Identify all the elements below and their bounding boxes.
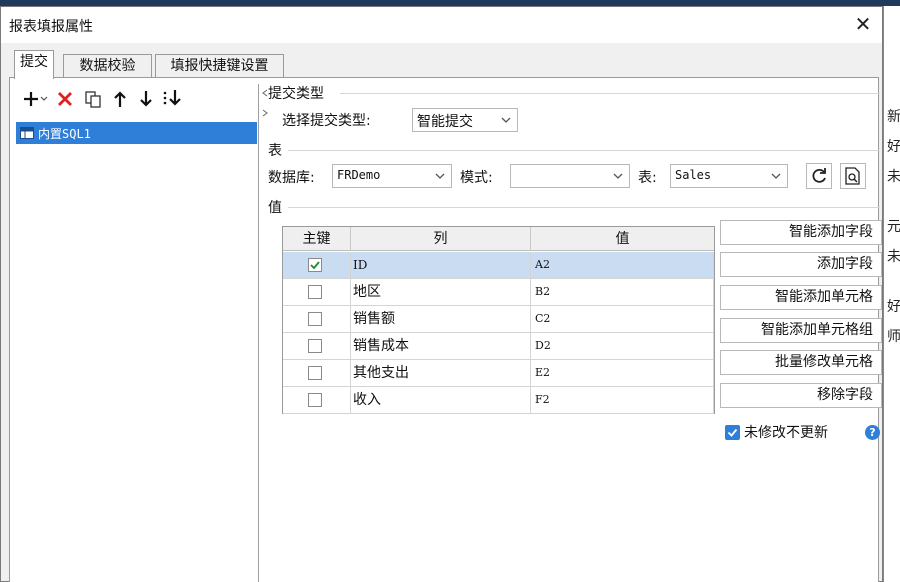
tab-submit[interactable]: 提交 (14, 50, 54, 79)
primary-key-checkbox[interactable] (308, 258, 322, 272)
dropdown-caret-icon[interactable] (40, 88, 48, 110)
database-value: FRDemo (337, 168, 381, 182)
dialog-title: 报表填报属性 (9, 19, 93, 35)
column-name-cell[interactable]: 销售额 (351, 306, 531, 332)
delete-icon[interactable] (54, 88, 76, 110)
background-text: 新 (887, 109, 900, 125)
checkmark-icon (725, 424, 740, 440)
table-row[interactable]: 地区 B2 (283, 279, 714, 306)
value-cell[interactable]: A2 (531, 252, 714, 278)
background-text: 未 (887, 169, 900, 185)
copy-icon[interactable] (82, 88, 104, 110)
move-bottom-icon[interactable] (161, 88, 185, 110)
column-name-cell[interactable]: 销售成本 (351, 333, 531, 359)
chevron-down-icon (613, 173, 623, 179)
section-title-submit-type: 提交类型 (268, 86, 324, 102)
add-field-button[interactable]: 添加字段 (720, 252, 882, 277)
chevron-down-icon (501, 117, 511, 123)
submit-type-select[interactable]: 智能提交 (412, 108, 518, 132)
table-value: Sales (675, 168, 712, 182)
smart-add-cell-group-button[interactable]: 智能添加单元格组 (720, 318, 882, 343)
submit-type-label: 选择提交类型: (282, 113, 371, 129)
batch-modify-cells-button[interactable]: 批量修改单元格 (720, 350, 882, 375)
value-cell[interactable]: E2 (531, 360, 714, 386)
value-cell[interactable]: F2 (531, 387, 714, 413)
section-divider (288, 207, 880, 208)
field-mapping-table: 主键 列 值 ID A2 地区 B2 销售额 C2 销售成本 D2 其他支出 E… (282, 226, 715, 414)
table-row[interactable]: 销售额 C2 (283, 306, 714, 333)
preview-table-icon[interactable] (840, 163, 866, 189)
database-select[interactable]: FRDemo (332, 164, 452, 188)
submit-list-pane: 内置SQL1 (14, 84, 259, 582)
primary-key-checkbox[interactable] (308, 285, 322, 299)
background-text: 好 (887, 299, 900, 315)
arrow-up-icon[interactable] (110, 88, 130, 110)
arrow-down-icon[interactable] (136, 88, 156, 110)
list-toolbar (14, 84, 259, 114)
report-fill-properties-dialog: 报表填报属性 ✕ 提交 数据校验 填报快捷键设置 内置SQL1 提交类型 选择提… (0, 6, 883, 582)
background-text: 元 (887, 219, 900, 235)
submit-type-value: 智能提交 (417, 114, 473, 130)
refresh-icon[interactable] (806, 163, 832, 189)
schema-label: 模式: (460, 170, 493, 186)
chevron-down-icon (435, 173, 445, 179)
background-text: 未 (887, 249, 900, 265)
tab-panel-submit: 内置SQL1 提交类型 选择提交类型: 智能提交 表 数据库: FRDemo 模… (9, 77, 882, 582)
table-select[interactable]: Sales (670, 164, 788, 188)
column-header-key[interactable]: 主键 (283, 227, 351, 251)
column-name-cell[interactable]: 收入 (351, 387, 531, 413)
primary-key-checkbox[interactable] (308, 366, 322, 380)
tree-item-label: 内置SQL1 (38, 126, 91, 141)
value-cell[interactable]: D2 (531, 333, 714, 359)
table-row[interactable]: 其他支出 E2 (283, 360, 714, 387)
primary-key-checkbox[interactable] (308, 393, 322, 407)
column-name-cell[interactable]: ID (351, 252, 531, 278)
primary-key-checkbox[interactable] (308, 312, 322, 326)
background-text: 好 (887, 139, 900, 155)
title-bar: 报表填报属性 ✕ (1, 7, 882, 43)
submit-settings-pane: 提交类型 选择提交类型: 智能提交 表 数据库: FRDemo 模式: 表: S… (268, 78, 882, 582)
section-divider (288, 150, 880, 151)
tab-fill-shortcut-settings[interactable]: 填报快捷键设置 (155, 54, 284, 78)
table-icon (20, 127, 34, 139)
close-icon[interactable]: ✕ (850, 11, 876, 37)
background-window-fragment: 新 好 未 元 未 好 师 (883, 6, 900, 582)
column-name-cell[interactable]: 地区 (351, 279, 531, 305)
tree-item-builtin-sql[interactable]: 内置SQL1 (16, 122, 257, 144)
smart-add-cells-button[interactable]: 智能添加单元格 (720, 285, 882, 310)
primary-key-checkbox[interactable] (308, 339, 322, 353)
section-title-values: 值 (268, 200, 282, 216)
database-label: 数据库: (268, 170, 315, 186)
column-header-column[interactable]: 列 (351, 227, 531, 251)
section-divider (340, 93, 880, 94)
tab-data-validation[interactable]: 数据校验 (63, 54, 152, 78)
no-update-if-unchanged-checkbox[interactable]: 未修改不更新 (725, 423, 828, 441)
table-row[interactable]: ID A2 (283, 252, 714, 279)
section-title-table: 表 (268, 143, 282, 159)
add-icon[interactable] (22, 88, 40, 110)
chevron-down-icon (771, 173, 781, 179)
schema-select[interactable] (510, 164, 630, 188)
table-label: 表: (638, 170, 657, 186)
option-label: 未修改不更新 (744, 425, 828, 441)
background-text: 师 (887, 329, 900, 345)
help-icon[interactable]: ? (865, 425, 880, 440)
table-row[interactable]: 销售成本 D2 (283, 333, 714, 360)
table-row[interactable]: 收入 F2 (283, 387, 714, 414)
smart-add-fields-button[interactable]: 智能添加字段 (720, 220, 882, 245)
value-cell[interactable]: B2 (531, 279, 714, 305)
column-header-value[interactable]: 值 (531, 227, 714, 251)
value-cell[interactable]: C2 (531, 306, 714, 332)
column-name-cell[interactable]: 其他支出 (351, 360, 531, 386)
remove-field-button[interactable]: 移除字段 (720, 383, 882, 408)
